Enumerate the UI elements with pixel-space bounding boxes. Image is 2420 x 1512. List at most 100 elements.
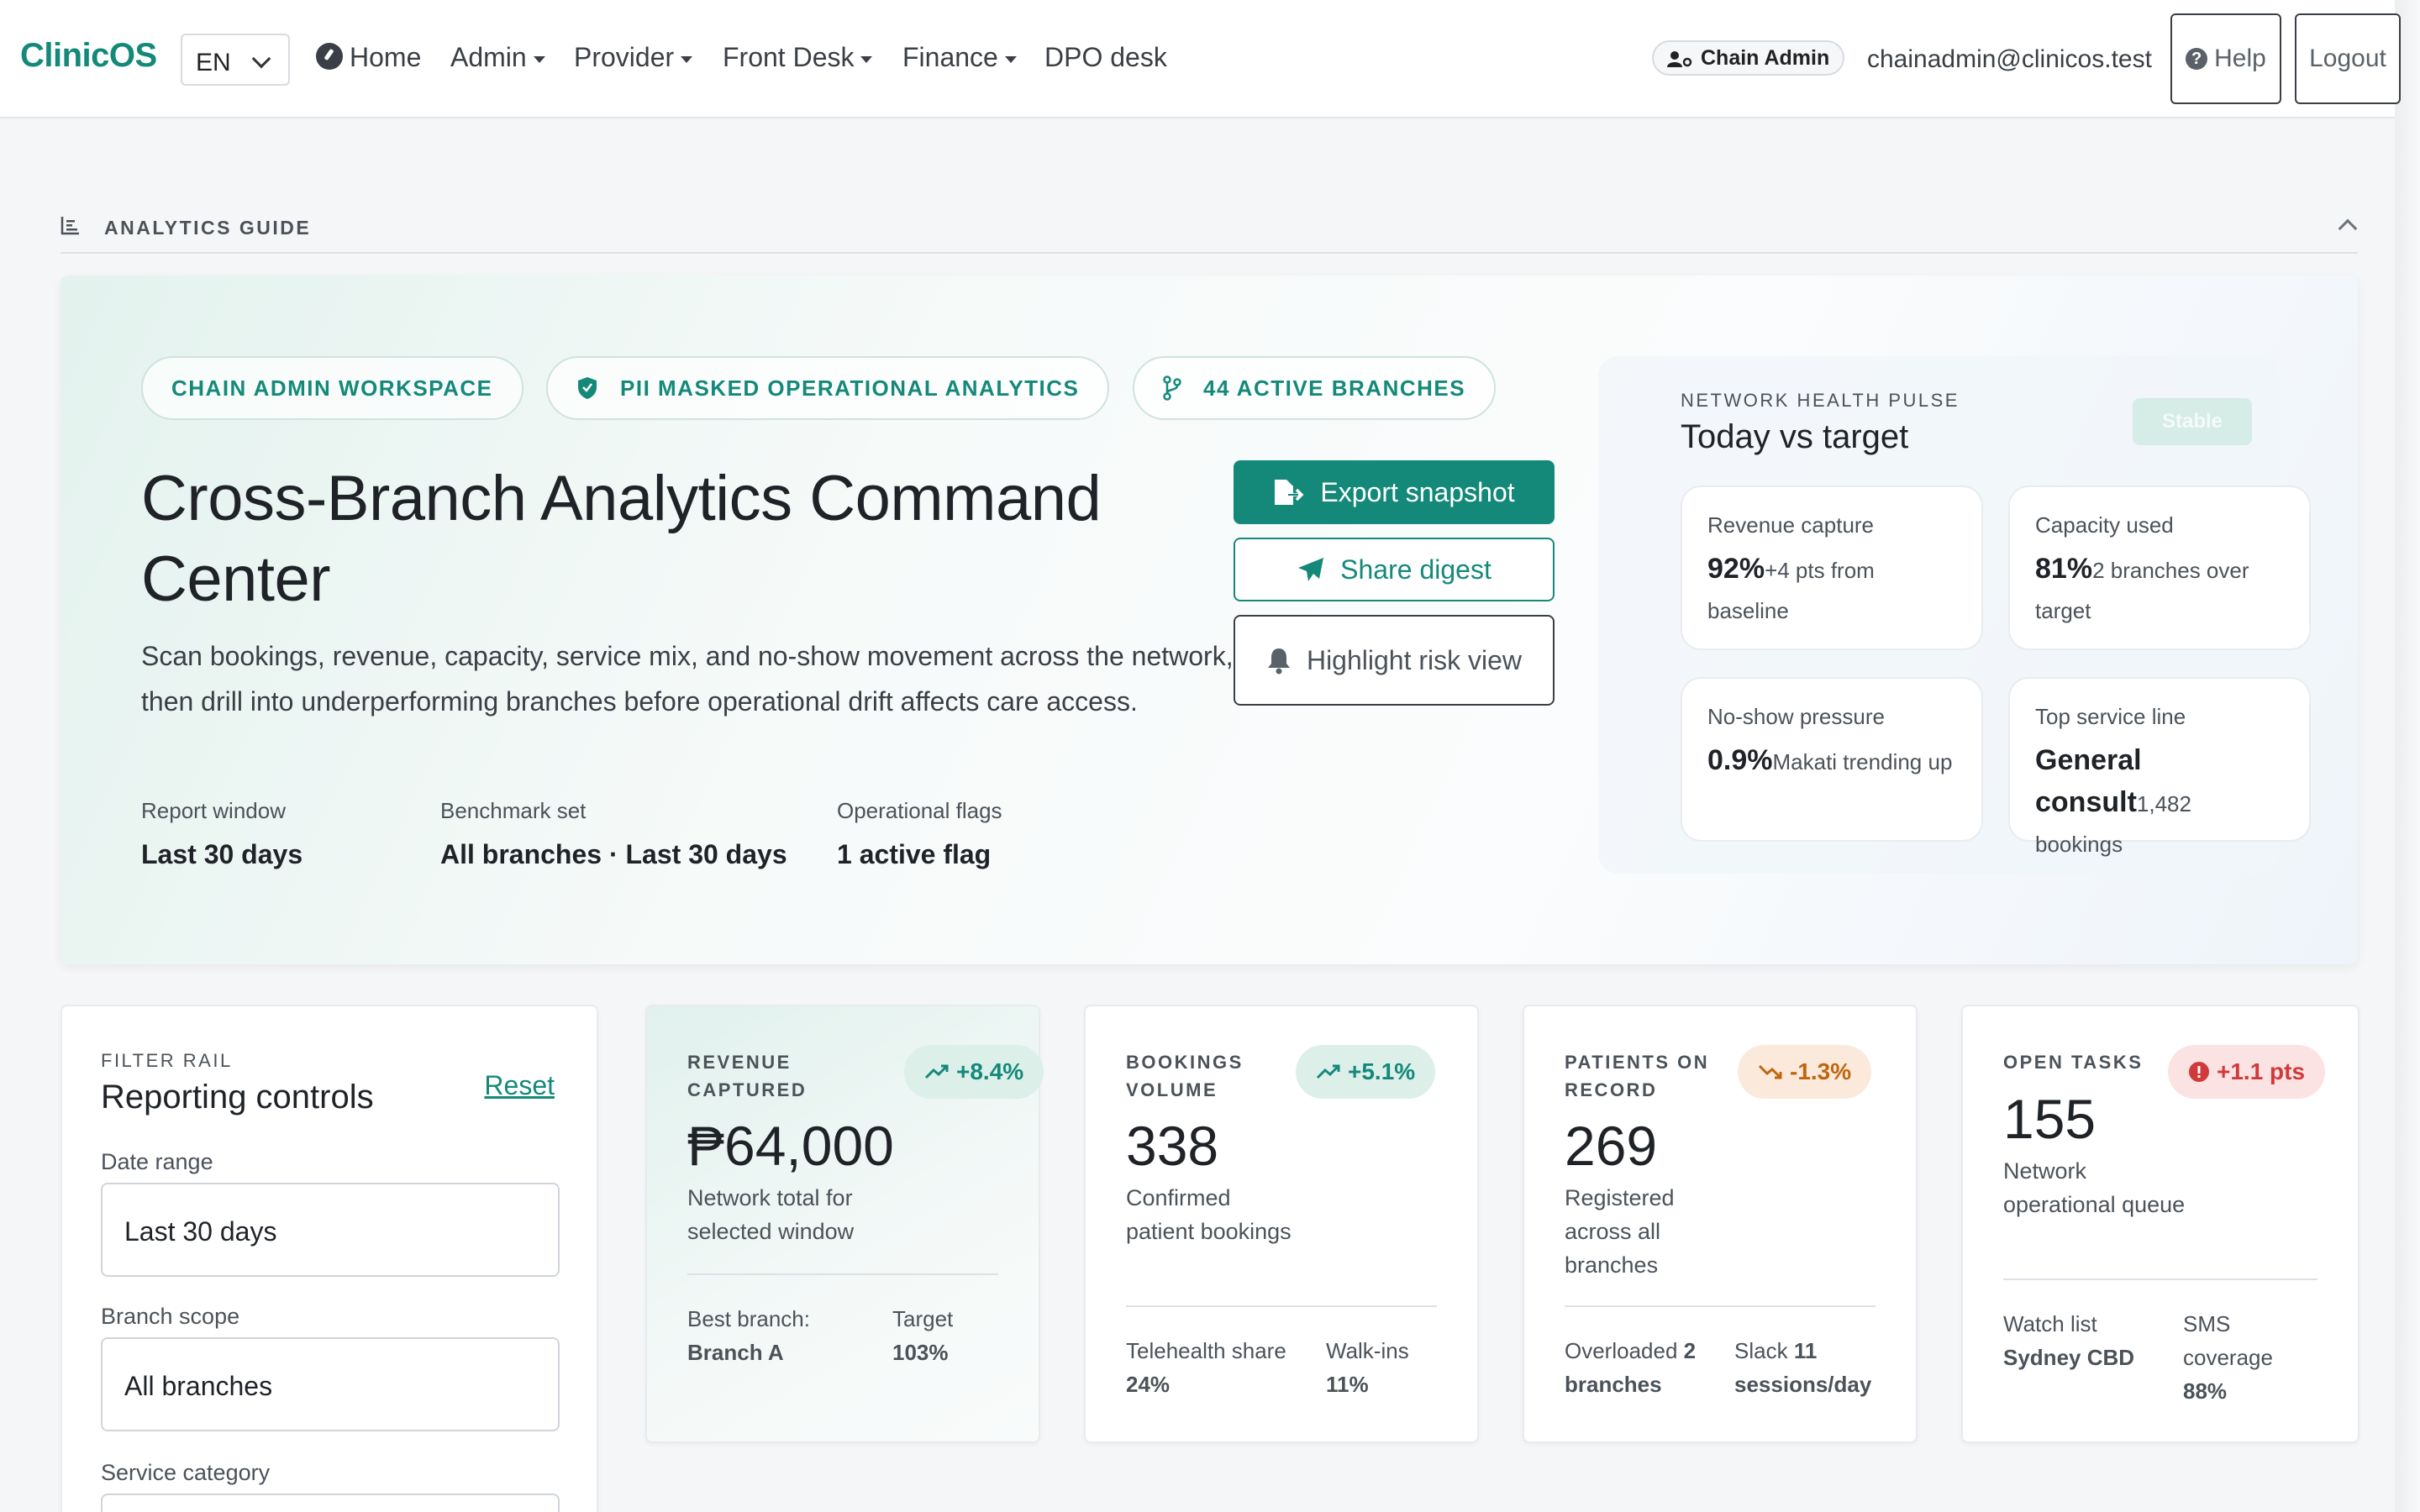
meta-report-window-value: Last 30 days (141, 839, 303, 869)
trend-value: -1.3% (1790, 1058, 1852, 1084)
footer-label: Slack (1734, 1338, 1788, 1363)
analytics-guide-title: ANALYTICS GUIDE (104, 217, 312, 239)
kpi-footer-walk-ins: Walk-ins 11% (1326, 1334, 1409, 1401)
footer-label: Telehealth share (1126, 1338, 1286, 1363)
shield-icon (578, 377, 597, 399)
metric-value: 92% (1707, 553, 1765, 585)
language-value: EN (196, 49, 231, 76)
help-button[interactable]: ? Help (2170, 13, 2281, 104)
nav-dpo-desk-label: DPO desk (1044, 42, 1167, 72)
trend-up-icon (1316, 1064, 1340, 1079)
caret-down-icon (1004, 55, 1017, 63)
kpi-patients-card: PATIENTS ON RECORD -1.3% 269 Registered … (1523, 1005, 1918, 1443)
share-digest-label: Share digest (1340, 554, 1491, 585)
chevron-up-icon[interactable] (2338, 218, 2358, 239)
nav-home[interactable]: Home (316, 42, 421, 73)
kpi-subtitle: Registered across all branches (1565, 1185, 1675, 1278)
caret-down-icon (860, 55, 873, 63)
kpi-footer-slack: Slack 11 sessions/day (1734, 1334, 1894, 1401)
nav-finance-label: Finance (902, 42, 998, 72)
highlight-risk-view-label: Highlight risk view (1306, 644, 1523, 675)
pulse-metric-top-service: Top service line General consult1,482 bo… (2008, 677, 2311, 857)
trend-down-icon (1758, 1064, 1782, 1079)
page-scrollbar[interactable] (2395, 0, 2420, 1512)
metric-label: No-show pressure (1707, 704, 1885, 729)
metric-value: 0.9% (1707, 744, 1773, 776)
footer-value: 24% (1126, 1372, 1171, 1397)
metric-label: Top service line (2035, 704, 2186, 729)
pulse-heading: Today vs target (1681, 418, 1909, 455)
logout-button-label: Logout (2309, 45, 2386, 72)
filter-heading: Reporting controls (101, 1079, 374, 1116)
status-badge: Stable (2133, 398, 2252, 445)
footer-value: Sydney CBD (2003, 1345, 2135, 1370)
divider (687, 1273, 998, 1275)
network-health-pulse: NETWORK HEALTH PULSE Today vs target Sta… (1598, 356, 2311, 874)
question-circle-icon: ? (2186, 48, 2208, 70)
top-navbar: ClinicOS EN Home Admin Provider Front De… (0, 0, 2401, 118)
nav-provider-label: Provider (574, 42, 675, 72)
analytics-guide-header[interactable]: ANALYTICS GUIDE (60, 213, 2358, 254)
logout-button[interactable]: Logout (2295, 13, 2401, 104)
page-title: Cross-Branch Analytics Command Center (141, 463, 1102, 615)
meta-operational-flags-value: 1 active flag (837, 839, 992, 869)
date-range-field[interactable]: Last 30 days (101, 1183, 560, 1277)
branch-scope-field[interactable]: All branches (101, 1337, 560, 1431)
user-email: chainadmin@clinicos.test (1867, 45, 2152, 73)
kpi-value: 155 (2003, 1088, 2096, 1150)
service-category-field[interactable] (101, 1494, 560, 1512)
kpi-open-tasks-card: OPEN TASKS +1.1 pts 155 Network operatio… (1961, 1005, 2360, 1443)
nav-finance-dropdown[interactable]: Finance (902, 42, 1017, 73)
metric-note: Makati trending up (1772, 749, 1953, 774)
meta-operational-flags-label: Operational flags (837, 798, 1002, 823)
highlight-risk-view-button[interactable]: Highlight risk view (1234, 615, 1555, 706)
nav-front-desk-label: Front Desk (723, 42, 855, 72)
reset-filters-link[interactable]: Reset (484, 1070, 555, 1101)
role-badge: Chain Admin (1652, 40, 1845, 76)
nav-home-label: Home (350, 42, 422, 72)
share-digest-button[interactable]: Share digest (1234, 538, 1555, 601)
nav-dpo-desk[interactable]: DPO desk (1044, 42, 1167, 73)
trend-badge: +8.4% (904, 1045, 1044, 1099)
kpi-value: 338 (1126, 1115, 1219, 1177)
pulse-metric-no-show: No-show pressure 0.9%Makati trending up (1681, 677, 1983, 842)
pulse-kicker: NETWORK HEALTH PULSE (1681, 390, 1960, 411)
kpi-subtitle: Network total for selected window (687, 1185, 855, 1244)
export-snapshot-button[interactable]: Export snapshot (1234, 460, 1555, 524)
metric-value: 81% (2035, 553, 2093, 585)
nav-front-desk-dropdown[interactable]: Front Desk (723, 42, 873, 73)
language-select[interactable]: EN (181, 34, 290, 86)
pulse-metric-capacity: Capacity used 81%2 branches over target (2008, 486, 2311, 650)
filter-rail: FILTER RAIL Reporting controls Reset Dat… (60, 1005, 598, 1512)
bell-icon (1267, 648, 1290, 675)
kpi-footer-sms-coverage: SMS coverage 88% (2183, 1307, 2301, 1408)
trend-value: +5.1% (1348, 1058, 1416, 1084)
dashboard-icon (316, 43, 343, 70)
branch-icon (1163, 375, 1181, 401)
footer-value: 103% (892, 1340, 949, 1365)
file-export-icon (1275, 480, 1304, 505)
footer-label: Overloaded (1565, 1338, 1678, 1363)
footer-value: 11% (1326, 1372, 1369, 1397)
footer-label: Watch list (2003, 1311, 2097, 1336)
chip-active-branches-label: 44 ACTIVE BRANCHES (1203, 375, 1466, 401)
trend-up-icon (924, 1064, 949, 1079)
pulse-metric-revenue: Revenue capture 92%+4 pts from baseline (1681, 486, 1983, 650)
nav-provider-dropdown[interactable]: Provider (574, 42, 693, 73)
kpi-footer-target: Target 103% (892, 1302, 953, 1369)
kpi-footer-watch-list: Watch list Sydney CBD (2003, 1307, 2134, 1374)
help-button-label: Help (2214, 45, 2266, 72)
meta-benchmark-set-label: Benchmark set (440, 798, 587, 823)
kpi-subtitle: Confirmed patient bookings (1126, 1185, 1292, 1244)
trend-value: +8.4% (956, 1058, 1024, 1084)
exclamation-circle-icon (2189, 1062, 2209, 1082)
trend-badge: +5.1% (1296, 1045, 1436, 1099)
nav-admin-dropdown[interactable]: Admin (450, 42, 545, 73)
brand-logo[interactable]: ClinicOS (20, 37, 157, 75)
hero-panel: CHAIN ADMIN WORKSPACE PII MASKED OPERATI… (60, 276, 2358, 964)
kpi-bookings-card: BOOKINGS VOLUME +5.1% 338 Confirmed pati… (1084, 1005, 1479, 1443)
meta-report-window-label: Report window (141, 798, 286, 823)
export-snapshot-label: Export snapshot (1320, 476, 1515, 507)
caret-down-icon (681, 55, 693, 63)
footer-label: Target (892, 1306, 954, 1331)
